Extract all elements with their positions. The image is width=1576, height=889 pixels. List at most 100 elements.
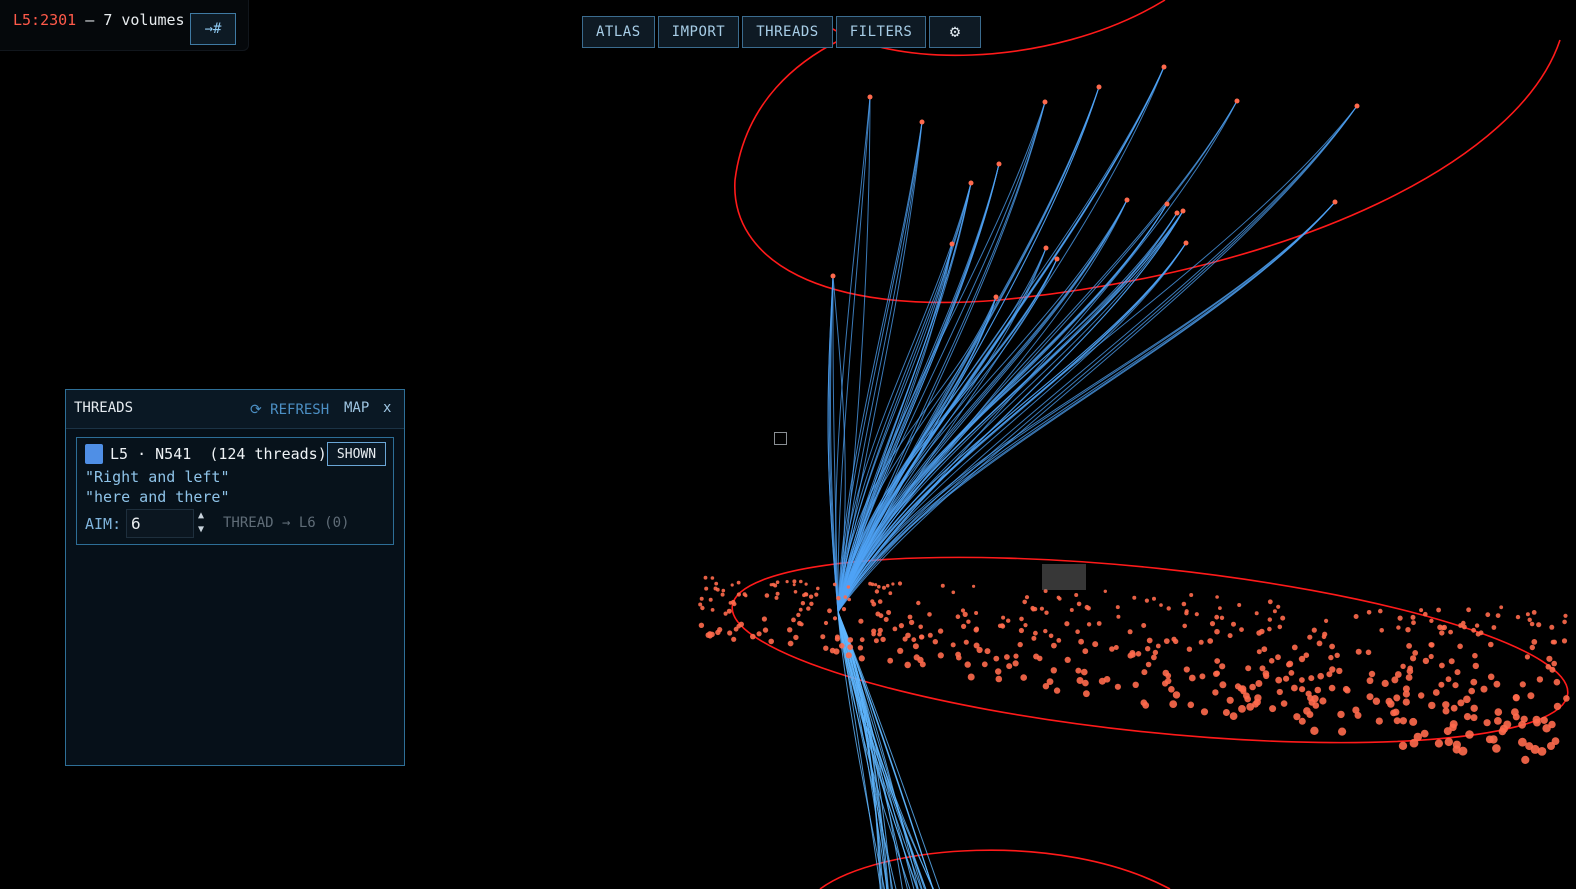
layer-node bbox=[1387, 700, 1395, 708]
layer-node bbox=[806, 606, 811, 611]
layer-node bbox=[1092, 641, 1099, 648]
spin-down-icon[interactable]: ▼ bbox=[198, 524, 204, 535]
layer-node bbox=[1314, 686, 1322, 694]
layer-node bbox=[1043, 628, 1048, 634]
layer-node bbox=[720, 592, 725, 597]
aim-input[interactable] bbox=[126, 509, 194, 538]
nav-import-button[interactable]: IMPORT bbox=[657, 16, 740, 48]
layer-node bbox=[1448, 629, 1453, 635]
layer-node bbox=[1518, 720, 1526, 729]
layer-node bbox=[1463, 695, 1471, 704]
layer-node bbox=[846, 585, 851, 589]
layer-node bbox=[1249, 683, 1256, 691]
layer-node bbox=[1076, 601, 1082, 607]
layer-node bbox=[1219, 681, 1227, 689]
layer-node bbox=[730, 583, 734, 587]
layer-node bbox=[1512, 694, 1520, 702]
thread-line bbox=[837, 66, 1165, 613]
layer-node bbox=[1064, 656, 1071, 664]
layer-node bbox=[1019, 616, 1024, 622]
layer-node bbox=[1328, 684, 1336, 692]
layer-node bbox=[1234, 683, 1242, 690]
settings-button[interactable]: ⚙ bbox=[929, 16, 982, 48]
layer-node bbox=[1081, 668, 1088, 676]
layer-node bbox=[1499, 605, 1504, 610]
layer-node bbox=[1445, 676, 1452, 683]
layer-node bbox=[1375, 717, 1383, 725]
layer-node bbox=[1418, 692, 1425, 699]
nav-threads-button[interactable]: THREADS bbox=[742, 16, 833, 48]
layer-node bbox=[809, 601, 814, 606]
layer-node bbox=[858, 655, 865, 662]
layer-node bbox=[791, 617, 796, 623]
layer-node bbox=[1428, 653, 1434, 660]
thread-endpoint-node bbox=[949, 241, 955, 247]
layer-node bbox=[1531, 639, 1538, 645]
layer-node bbox=[1436, 607, 1441, 613]
thread-line bbox=[837, 66, 1165, 613]
layer-node bbox=[1033, 653, 1040, 660]
refresh-button[interactable]: ⟳ REFRESH bbox=[250, 402, 329, 418]
layer-node bbox=[1553, 678, 1561, 686]
layer-node bbox=[919, 634, 925, 640]
panel-title: THREADS bbox=[74, 400, 134, 416]
layer-node bbox=[1434, 739, 1443, 748]
layer-node bbox=[1256, 649, 1262, 655]
close-button[interactable]: x bbox=[383, 400, 391, 416]
layer-node bbox=[927, 612, 932, 617]
thread-line bbox=[837, 66, 1165, 613]
layer-node bbox=[883, 617, 889, 622]
layer-node bbox=[1109, 646, 1115, 652]
layer-node bbox=[1283, 675, 1290, 682]
layer-node bbox=[1420, 729, 1429, 738]
layer-node bbox=[1463, 713, 1472, 721]
thread-color-swatch[interactable] bbox=[85, 444, 103, 464]
layer-node bbox=[897, 647, 904, 655]
layer-node bbox=[1470, 704, 1478, 712]
layer-node bbox=[1182, 623, 1187, 629]
layer-node bbox=[1267, 617, 1273, 622]
threads-panel: THREADS ⟳ REFRESH MAP x L5 · N541 (124 t… bbox=[65, 389, 405, 766]
map-button[interactable]: MAP bbox=[344, 400, 369, 416]
layer-node bbox=[1298, 655, 1306, 663]
layer-node bbox=[918, 624, 923, 630]
layer-node bbox=[1006, 663, 1013, 670]
layer-node bbox=[1495, 613, 1501, 618]
layer-node bbox=[1145, 661, 1152, 668]
layer-node bbox=[966, 619, 971, 624]
layer-node bbox=[1402, 698, 1410, 706]
layer-node bbox=[699, 596, 704, 601]
layer-node bbox=[1488, 641, 1494, 648]
layer-node bbox=[1458, 746, 1468, 756]
layer-node bbox=[1329, 643, 1335, 650]
layer-node bbox=[886, 610, 892, 615]
layer-node bbox=[1129, 650, 1136, 656]
layer-node bbox=[705, 632, 712, 638]
layer-node bbox=[1169, 700, 1178, 708]
layer-node bbox=[713, 586, 718, 591]
layer-node bbox=[874, 583, 878, 587]
layer-node bbox=[963, 639, 969, 645]
layer-node bbox=[1276, 688, 1283, 696]
jump-to-button[interactable]: →# bbox=[190, 13, 236, 45]
visibility-toggle-button[interactable]: SHOWN bbox=[327, 442, 386, 466]
spin-up-icon[interactable]: ▲ bbox=[198, 510, 204, 521]
layer-node bbox=[1429, 618, 1434, 623]
nav-filters-button[interactable]: FILTERS bbox=[835, 16, 927, 48]
layer-node bbox=[1229, 712, 1238, 720]
layer-node bbox=[793, 634, 799, 641]
layer-node bbox=[1354, 711, 1362, 719]
layer-node bbox=[1056, 595, 1061, 600]
layer-node bbox=[859, 637, 865, 643]
layer-node bbox=[1155, 643, 1161, 649]
layer-node bbox=[834, 636, 841, 642]
layer-node bbox=[1470, 714, 1478, 722]
layer-node bbox=[1491, 625, 1497, 630]
top-navigation: ATLAS IMPORT THREADS FILTERS ⚙ bbox=[582, 16, 982, 48]
layer-node bbox=[1515, 614, 1521, 620]
thread-endpoint-node bbox=[1161, 64, 1167, 70]
nav-atlas-button[interactable]: ATLAS bbox=[582, 16, 655, 48]
layer-node bbox=[1549, 624, 1555, 630]
thread-to-next-layer[interactable]: THREAD → L6 (0) bbox=[223, 515, 349, 531]
layer-node bbox=[967, 673, 975, 681]
